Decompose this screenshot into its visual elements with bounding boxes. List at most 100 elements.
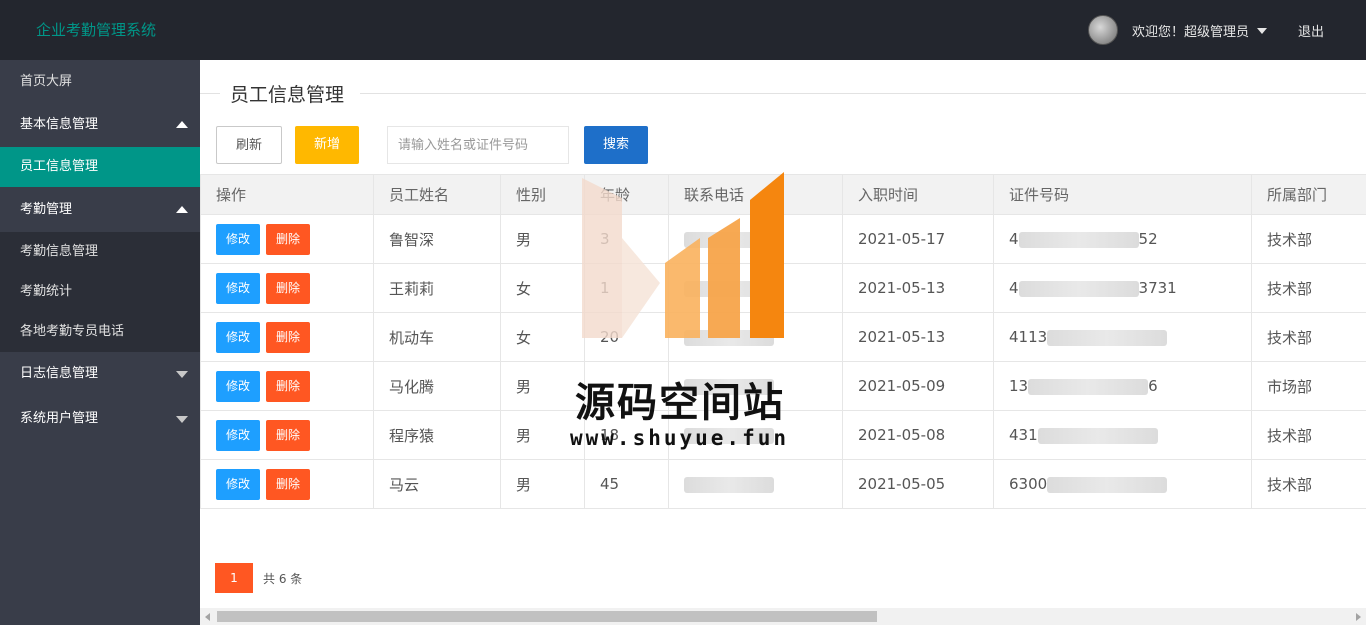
id-number-suffix: 3731 — [1138, 279, 1177, 297]
sidebar-item-label: 各地考勤专员电话 — [20, 324, 125, 339]
search-input[interactable] — [387, 126, 569, 164]
id-number-cell: 4113 — [993, 312, 1252, 362]
id-number-prefix: 4 — [1009, 230, 1019, 248]
employee-table-wrap: 操作 员工姓名 性别 年龄 联系电话 入职时间 证件号码 所属部门 修改 删除 鲁智… — [200, 174, 1366, 509]
delete-button[interactable]: 删除 — [266, 468, 310, 500]
employee-name-cell: 鲁智深 — [373, 214, 501, 264]
sidebar-item-label: 首页大屏 — [20, 74, 73, 89]
edit-button[interactable]: 修改 — [216, 223, 260, 255]
sidebar-item-employee-info[interactable]: 员工信息管理 — [0, 147, 200, 187]
sidebar-group-basic-info[interactable]: 基本信息管理 — [0, 103, 200, 147]
hire-date-cell: 2021-05-09 — [842, 361, 994, 411]
age-cell: 20 — [584, 312, 669, 362]
edit-button[interactable]: 修改 — [216, 419, 260, 451]
row-actions: 修改 删除 — [200, 312, 374, 362]
table-header-row: 操作 员工姓名 性别 年龄 联系电话 入职时间 证件号码 所属部门 — [200, 174, 1366, 215]
id-number-cell: 431 — [993, 410, 1252, 460]
scrollbar-thumb[interactable] — [217, 611, 877, 622]
column-header[interactable]: 入职时间 — [842, 174, 994, 215]
department-cell: 市场部 — [1251, 361, 1366, 411]
gender-cell: 女 — [500, 312, 585, 362]
table-row: 修改 删除 鲁智深男 3 2021-05-17 4 52 技术部 — [200, 214, 1366, 264]
row-actions: 修改 删除 — [200, 263, 374, 313]
edit-button[interactable]: 修改 — [216, 272, 260, 304]
age-cell: 18 — [584, 410, 669, 460]
edit-button[interactable]: 修改 — [216, 321, 260, 353]
employee-name-cell: 马云 — [373, 459, 501, 509]
refresh-button[interactable]: 刷新 — [216, 126, 282, 164]
sidebar-item-label: 考勤管理 — [20, 202, 73, 217]
sidebar-submenu-attendance: 考勤信息管理 考勤统计 各地考勤专员电话 — [0, 232, 200, 352]
column-header[interactable]: 联系电话 — [668, 174, 843, 215]
redacted-id-number — [1018, 280, 1139, 297]
delete-button[interactable]: 删除 — [266, 272, 310, 304]
column-header[interactable]: 年龄 — [584, 174, 669, 215]
page-number-button[interactable]: 1 — [215, 563, 253, 593]
redacted-phone — [684, 329, 774, 346]
redacted-id-number — [1028, 378, 1149, 395]
sidebar-item-attendance-stats[interactable]: 考勤统计 — [0, 272, 200, 312]
id-number-suffix: 52 — [1138, 230, 1158, 248]
sidebar-group-attendance[interactable]: 考勤管理 — [0, 187, 200, 232]
chevron-down-icon — [1257, 27, 1268, 34]
add-button[interactable]: 新增 — [295, 126, 359, 164]
table-row: 修改 删除 王莉莉女 1 2021-05-13 4 3731 技术部 — [200, 263, 1366, 313]
sidebar-group-logs[interactable]: 日志信息管理 — [0, 352, 200, 396]
delete-button[interactable]: 删除 — [266, 321, 310, 353]
age-cell: 1 — [584, 263, 669, 313]
column-header[interactable]: 性别 — [500, 174, 585, 215]
sidebar-item-attendance-phones[interactable]: 各地考勤专员电话 — [0, 312, 200, 352]
edit-button[interactable]: 修改 — [216, 370, 260, 402]
phone-cell — [668, 312, 843, 362]
id-number-prefix: 4 — [1009, 279, 1019, 297]
sidebar-item-label: 基本信息管理 — [20, 117, 99, 132]
sidebar-item-home[interactable]: 首页大屏 — [0, 60, 200, 103]
delete-button[interactable]: 删除 — [266, 419, 310, 451]
column-header[interactable]: 证件号码 — [993, 174, 1252, 215]
column-header[interactable]: 员工姓名 — [373, 174, 501, 215]
hire-date-cell: 2021-05-13 — [842, 263, 994, 313]
employee-name-cell: 马化腾 — [373, 361, 501, 411]
phone-cell — [668, 410, 843, 460]
redacted-phone — [684, 378, 774, 395]
chevron-down-icon — [176, 371, 188, 378]
gender-cell: 女 — [500, 263, 585, 313]
table-body: 修改 删除 鲁智深男 3 2021-05-17 4 52 技术部 修改 删除 王莉莉女 1 2021-0… — [200, 214, 1366, 509]
column-header[interactable]: 操作 — [200, 174, 374, 215]
employee-table: 操作 员工姓名 性别 年龄 联系电话 入职时间 证件号码 所属部门 修改 删除 鲁智… — [200, 174, 1366, 509]
hire-date-cell: 2021-05-13 — [842, 312, 994, 362]
table-row: 修改 删除 机动车女 20 2021-05-13 4113 技术部 — [200, 312, 1366, 362]
row-actions: 修改 删除 — [200, 459, 374, 509]
delete-button[interactable]: 删除 — [266, 370, 310, 402]
horizontal-scrollbar[interactable] — [200, 608, 1366, 625]
age-cell: 3 — [584, 214, 669, 264]
gender-cell: 男 — [500, 410, 585, 460]
delete-button[interactable]: 删除 — [266, 223, 310, 255]
sidebar-item-attendance-info[interactable]: 考勤信息管理 — [0, 232, 200, 272]
search-button[interactable]: 搜索 — [584, 126, 648, 164]
table-row: 修改 删除 程序猿男 18 2021-05-08 431 技术部 — [200, 410, 1366, 460]
age-cell — [584, 361, 669, 411]
hire-date-cell: 2021-05-08 — [842, 410, 994, 460]
id-number-prefix: 4113 — [1009, 328, 1048, 346]
welcome-text: 欢迎您！超级管理员 — [1132, 25, 1250, 40]
sidebar-submenu-basic-info: 员工信息管理 — [0, 147, 200, 187]
sidebar-group-system-users[interactable]: 系统用户管理 — [0, 396, 200, 442]
department-cell: 技术部 — [1251, 312, 1366, 362]
avatar[interactable] — [1088, 15, 1118, 45]
department-cell: 技术部 — [1251, 459, 1366, 509]
gender-cell: 男 — [500, 459, 585, 509]
redacted-id-number — [1037, 427, 1158, 444]
column-header[interactable]: 所属部门 — [1251, 174, 1366, 215]
employee-name-cell: 程序猿 — [373, 410, 501, 460]
logout-link[interactable]: 退出 — [1298, 21, 1324, 40]
phone-cell — [668, 263, 843, 313]
scroll-left-icon[interactable] — [205, 613, 210, 621]
sidebar-item-label: 考勤信息管理 — [20, 244, 99, 259]
scroll-right-icon[interactable] — [1356, 613, 1361, 621]
sidebar-item-label: 系统用户管理 — [20, 411, 99, 426]
user-menu[interactable]: 欢迎您！超级管理员 — [1132, 21, 1268, 40]
pagination: 1 共 6 条 — [215, 563, 302, 593]
chevron-up-icon — [176, 121, 188, 128]
edit-button[interactable]: 修改 — [216, 468, 260, 500]
